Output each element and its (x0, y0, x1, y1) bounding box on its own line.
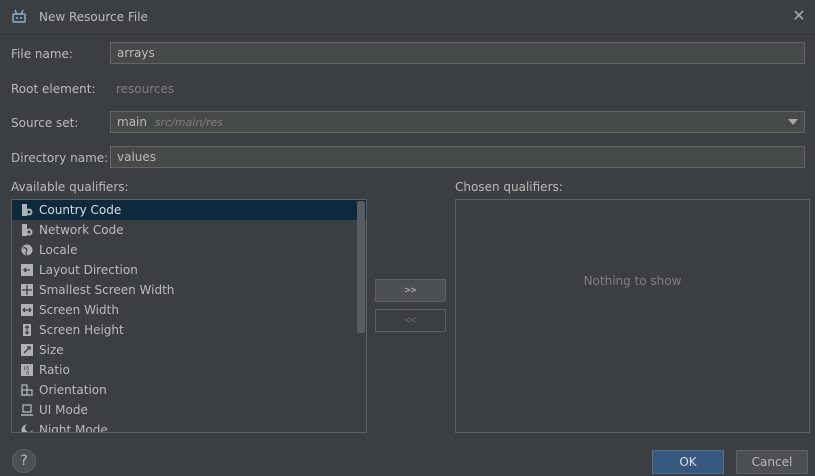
cancel-button[interactable]: Cancel (736, 450, 808, 474)
available-qualifiers-label: Available qualifiers: (11, 180, 129, 194)
list-item[interactable]: Night Mode (12, 420, 366, 432)
close-icon[interactable]: ✕ (791, 7, 807, 25)
directory-name-label: Directory name: (11, 151, 109, 165)
remove-qualifier-button[interactable]: << (375, 309, 446, 332)
source-set-select[interactable]: main src/main/res (110, 111, 805, 133)
chosen-qualifiers-list[interactable]: Nothing to show (455, 199, 810, 433)
smallest-width-icon (21, 284, 33, 296)
screen-width-icon (21, 304, 33, 316)
list-item[interactable]: 16 9 Ratio (12, 360, 366, 380)
ratio-icon: 169 (21, 364, 33, 376)
list-item[interactable]: UI Mode (12, 400, 366, 420)
orientation-icon (21, 384, 33, 396)
android-studio-icon (12, 9, 26, 23)
globe-icon (21, 244, 33, 256)
list-item[interactable]: Orientation (12, 380, 366, 400)
available-qualifiers-list[interactable]: Country Code Network Code Locale Layout … (11, 199, 367, 433)
list-item[interactable]: Smallest Screen Width (12, 280, 366, 300)
help-button[interactable]: ? (12, 449, 36, 473)
root-element-label: Root element: (11, 82, 96, 96)
size-icon (21, 344, 33, 356)
list-scrollbar[interactable] (357, 201, 365, 333)
list-item[interactable]: Country Code (12, 200, 366, 220)
list-item[interactable]: Screen Height (12, 320, 366, 340)
empty-state-text: Nothing to show (583, 274, 682, 288)
list-item[interactable]: Locale (12, 240, 366, 260)
screen-height-icon (23, 324, 31, 336)
directory-name-input[interactable]: values (110, 146, 805, 168)
dialog-title: New Resource File (39, 10, 148, 24)
chosen-qualifiers-label: Chosen qualifiers: (455, 180, 563, 194)
list-item[interactable]: Size (12, 340, 366, 360)
file-name-input[interactable]: arrays (110, 42, 805, 64)
list-item[interactable]: Layout Direction (12, 260, 366, 280)
list-item[interactable]: Network Code (12, 220, 366, 240)
add-qualifier-button[interactable]: >> (375, 279, 446, 302)
svg-text:9: 9 (26, 371, 29, 376)
country-code-icon (22, 204, 33, 216)
network-code-icon (22, 224, 33, 236)
file-name-label: File name: (11, 47, 73, 61)
ui-mode-icon (21, 404, 33, 416)
root-element-value: resources (116, 82, 175, 96)
chevron-down-icon (788, 119, 798, 125)
ok-button[interactable]: OK (652, 450, 724, 474)
night-mode-icon (21, 424, 33, 432)
source-set-label: Source set: (11, 116, 79, 130)
source-set-path: src/main/res (154, 116, 224, 129)
list-item[interactable]: Screen Width (12, 300, 366, 320)
layout-direction-icon (21, 264, 33, 276)
source-set-value: main (117, 115, 147, 129)
